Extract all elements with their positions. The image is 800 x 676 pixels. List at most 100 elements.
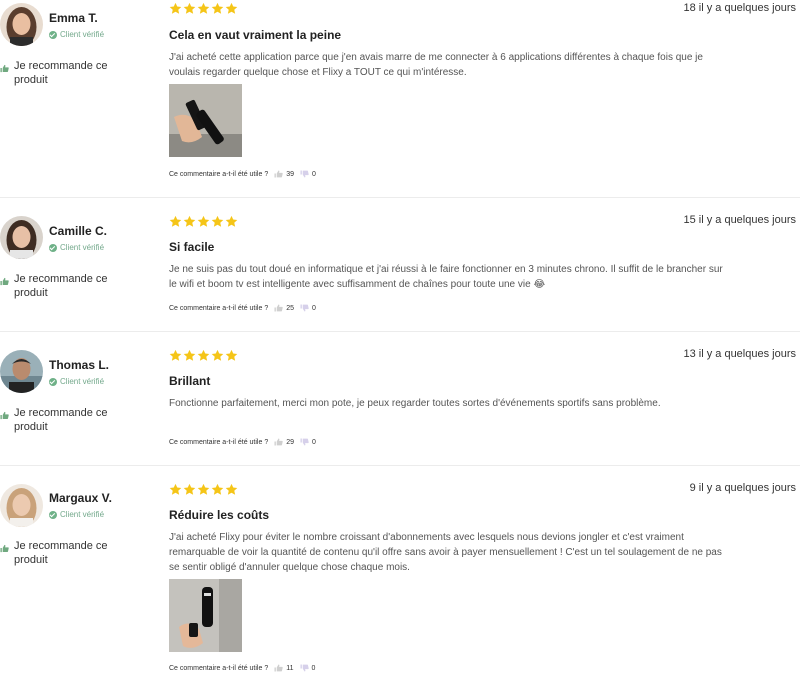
star-icon xyxy=(169,2,182,15)
star-icon xyxy=(197,215,210,228)
recommend-label: Je recommande ce produit xyxy=(14,60,108,86)
check-icon xyxy=(49,510,57,519)
downvote-button[interactable]: 0 xyxy=(300,664,316,672)
reviewer-name: Thomas L. xyxy=(49,358,110,372)
review-item: Thomas L. Client vérifié Je recommande c… xyxy=(0,331,800,465)
review-body: J'ai acheté cette application parce que … xyxy=(169,52,703,78)
recommend-text: Je recommande ce produit xyxy=(0,272,130,300)
downvote-count: 0 xyxy=(312,170,316,178)
downvote-button[interactable]: 0 xyxy=(300,304,316,312)
verified-badge: Client vérifié xyxy=(49,510,104,519)
thumbs-down-icon xyxy=(300,170,309,178)
review-date: 18 il y a quelques jours xyxy=(683,2,796,14)
check-icon xyxy=(49,243,57,252)
upvote-count: 29 xyxy=(286,438,295,446)
downvote-button[interactable]: 0 xyxy=(300,438,316,446)
review-item: Emma T. Client vérifié Je recommande ce … xyxy=(0,0,800,197)
thumbs-down-icon xyxy=(300,438,309,446)
review-title: Si facile xyxy=(169,240,215,254)
reviewer-name: Margaux V. xyxy=(49,491,112,505)
recommend-text: Je recommande ce produit xyxy=(0,539,130,567)
reviewer-name: Camille C. xyxy=(49,224,108,238)
review-date: 15 il y a quelques jours xyxy=(683,214,796,226)
star-icon xyxy=(197,349,210,362)
verified-badge: Client vérifié xyxy=(49,243,104,252)
check-icon xyxy=(49,30,57,39)
helpful-label: Ce commentaire a-t-il été utile ? xyxy=(169,304,269,312)
helpful-label: Ce commentaire a-t-il été utile ? xyxy=(169,170,269,178)
thumbs-up-icon xyxy=(0,411,9,420)
star-icon xyxy=(183,2,196,15)
review-date: 9 il y a quelques jours xyxy=(689,482,796,494)
helpful-label: Ce commentaire a-t-il été utile ? xyxy=(169,664,269,672)
thumbs-down-icon xyxy=(300,664,309,672)
star-icon xyxy=(169,483,182,496)
helpful-row: Ce commentaire a-t-il été utile ? 29 0 xyxy=(169,438,316,446)
review-item: Margaux V. Client vérifié Je recommande … xyxy=(0,465,800,676)
review-body: Fonctionne parfaitement, merci mon pote,… xyxy=(169,398,661,409)
downvote-count: 0 xyxy=(312,304,316,312)
star-icon xyxy=(197,483,210,496)
upvote-count: 25 xyxy=(286,304,295,312)
helpful-row: Ce commentaire a-t-il été utile ? 39 0 xyxy=(169,170,316,178)
upvote-button[interactable]: 39 xyxy=(274,170,294,178)
star-rating xyxy=(169,349,238,362)
review-body: Je ne suis pas du tout doué en informati… xyxy=(169,264,723,290)
downvote-count: 0 xyxy=(311,664,316,672)
helpful-row: Ce commentaire a-t-il été utile ? 25 0 xyxy=(169,304,316,312)
upvote-count: 39 xyxy=(286,170,295,178)
verified-badge: Client vérifié xyxy=(49,30,104,39)
thumbs-down-icon xyxy=(300,304,309,312)
downvote-count: 0 xyxy=(312,438,316,446)
review-photo[interactable] xyxy=(169,84,242,157)
upvote-button[interactable]: 29 xyxy=(274,438,294,446)
star-icon xyxy=(225,349,238,362)
star-icon xyxy=(225,2,238,15)
downvote-button[interactable]: 0 xyxy=(300,170,316,178)
thumbs-up-icon xyxy=(274,170,283,178)
avatar xyxy=(0,3,43,46)
helpful-row: Ce commentaire a-t-il été utile ? 11 0 xyxy=(169,664,315,672)
star-icon xyxy=(225,215,238,228)
review-title: Cela en vaut vraiment la peine xyxy=(169,28,342,42)
star-icon xyxy=(211,215,224,228)
check-icon xyxy=(49,377,57,386)
star-rating xyxy=(169,215,238,228)
upvote-button[interactable]: 25 xyxy=(274,304,294,312)
avatar xyxy=(0,484,43,527)
review-date: 13 il y a quelques jours xyxy=(683,348,796,360)
star-icon xyxy=(225,483,238,496)
review-item: Camille C. Client vérifié Je recommande … xyxy=(0,197,800,331)
verified-label: Client vérifié xyxy=(60,377,105,386)
star-icon xyxy=(169,349,182,362)
star-icon xyxy=(183,349,196,362)
thumbs-up-icon xyxy=(0,544,9,553)
star-icon xyxy=(183,483,196,496)
review-photo[interactable] xyxy=(169,579,242,652)
recommend-label: Je recommande ce produit xyxy=(14,407,108,433)
upvote-button[interactable]: 11 xyxy=(274,664,294,672)
verified-label: Client vérifié xyxy=(60,510,105,519)
thumbs-up-icon xyxy=(0,64,9,73)
thumbs-up-icon xyxy=(274,304,283,312)
review-title: Brillant xyxy=(169,374,211,388)
star-icon xyxy=(197,2,210,15)
review-title: Réduire les coûts xyxy=(169,508,270,522)
recommend-text: Je recommande ce produit xyxy=(0,59,130,87)
thumbs-up-icon xyxy=(274,664,283,672)
thumbs-up-icon xyxy=(0,277,9,286)
recommend-label: Je recommande ce produit xyxy=(14,273,108,299)
star-icon xyxy=(211,349,224,362)
avatar xyxy=(0,216,43,259)
upvote-count: 11 xyxy=(286,664,294,672)
review-body: J'ai acheté Flixy pour éviter le nombre … xyxy=(169,532,722,573)
star-icon xyxy=(211,2,224,15)
star-rating xyxy=(169,483,238,496)
star-icon xyxy=(169,215,182,228)
star-rating xyxy=(169,2,238,15)
verified-label: Client vérifié xyxy=(60,30,105,39)
helpful-label: Ce commentaire a-t-il été utile ? xyxy=(169,438,269,446)
verified-label: Client vérifié xyxy=(60,243,105,252)
star-icon xyxy=(211,483,224,496)
recommend-text: Je recommande ce produit xyxy=(0,406,130,434)
